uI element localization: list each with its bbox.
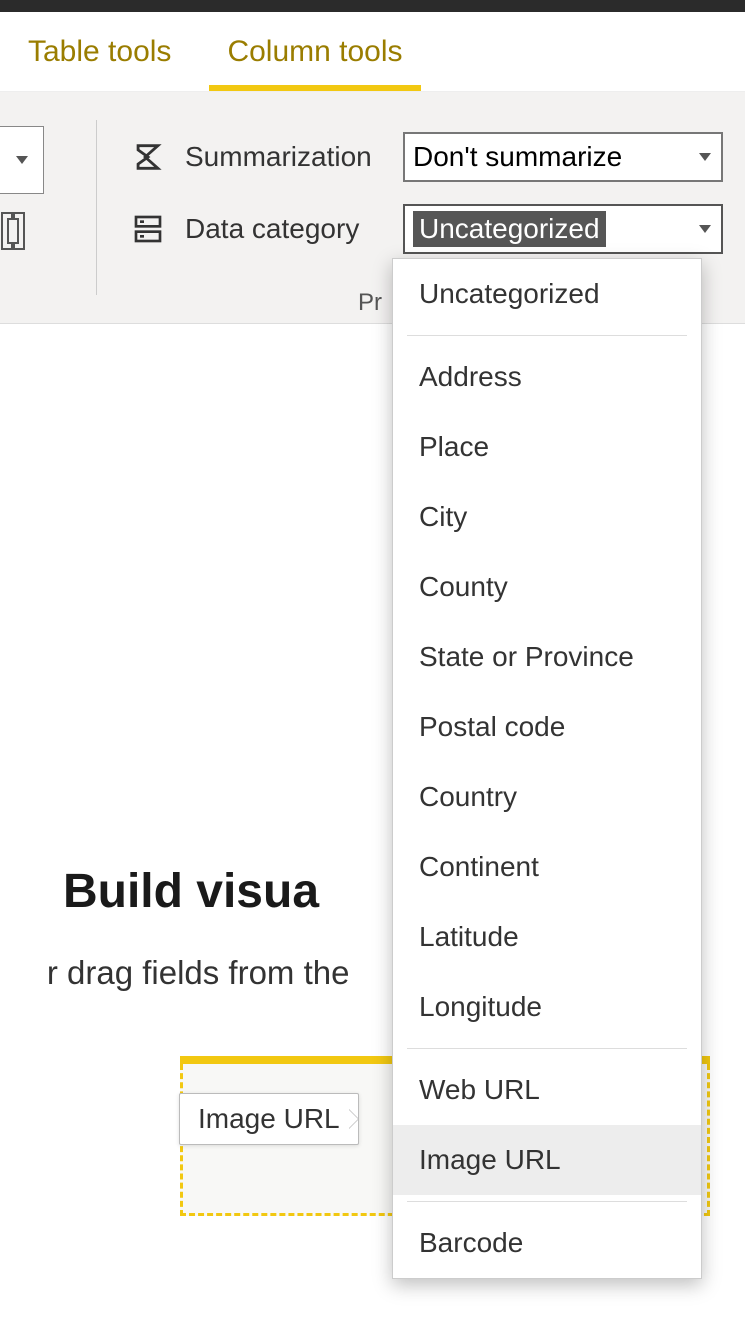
data-category-select[interactable]: Uncategorized [403,204,723,254]
ribbon-left-group [0,92,48,257]
format-dropdown-button[interactable] [0,126,44,194]
dropdown-item[interactable]: Image URL [393,1125,701,1195]
ribbon-section-caption: Pr [358,289,382,317]
dropdown-item[interactable]: Country [393,762,701,832]
canvas-sub-left: r drag fields from the [47,954,350,991]
tab-table-tools[interactable]: Table tools [0,12,199,91]
dropdown-item[interactable]: Latitude [393,902,701,972]
dropdown-item[interactable]: County [393,552,701,622]
window-titlebar [0,0,745,12]
data-category-value: Uncategorized [413,211,606,247]
dropdown-item[interactable]: State or Province [393,622,701,692]
tab-column-tools[interactable]: Column tools [199,12,430,91]
ribbon-divider [96,120,97,295]
data-category-row: Data category Uncategorized [129,204,723,254]
canvas-heading-left: Build visua [63,865,319,918]
chevron-down-icon [699,225,711,233]
summarization-row: Summarization Don't summarize [129,132,723,182]
dropdown-item[interactable]: Postal code [393,692,701,762]
field-tooltip: Image URL [179,1093,359,1145]
dropdown-item[interactable]: Uncategorized [393,259,701,329]
category-icon [129,210,167,248]
format-icon [0,210,26,252]
dropdown-item[interactable]: Longitude [393,972,701,1042]
dropdown-separator [407,1048,687,1049]
summarization-label: Summarization [185,141,403,173]
dropdown-item[interactable]: City [393,482,701,552]
dropdown-separator [407,1201,687,1202]
dropdown-item[interactable]: Barcode [393,1208,701,1278]
data-category-label: Data category [185,213,403,245]
properties-group: Summarization Don't summarize Data categ… [129,92,723,276]
summarization-value: Don't summarize [413,141,622,173]
ribbon-tabs: Table tools Column tools [0,12,745,92]
sigma-icon [129,138,167,176]
summarization-select[interactable]: Don't summarize [403,132,723,182]
dropdown-item[interactable]: Place [393,412,701,482]
data-category-dropdown[interactable]: Uncategorized AddressPlaceCityCountyState… [392,258,702,1279]
dropdown-item[interactable]: Continent [393,832,701,902]
dropdown-separator [407,335,687,336]
app-window: Table tools Column tools Summarization D… [0,0,745,1342]
chevron-down-icon [699,153,711,161]
chevron-down-icon [16,156,28,164]
dropdown-item[interactable]: Web URL [393,1055,701,1125]
dropdown-item[interactable]: Address [393,342,701,412]
